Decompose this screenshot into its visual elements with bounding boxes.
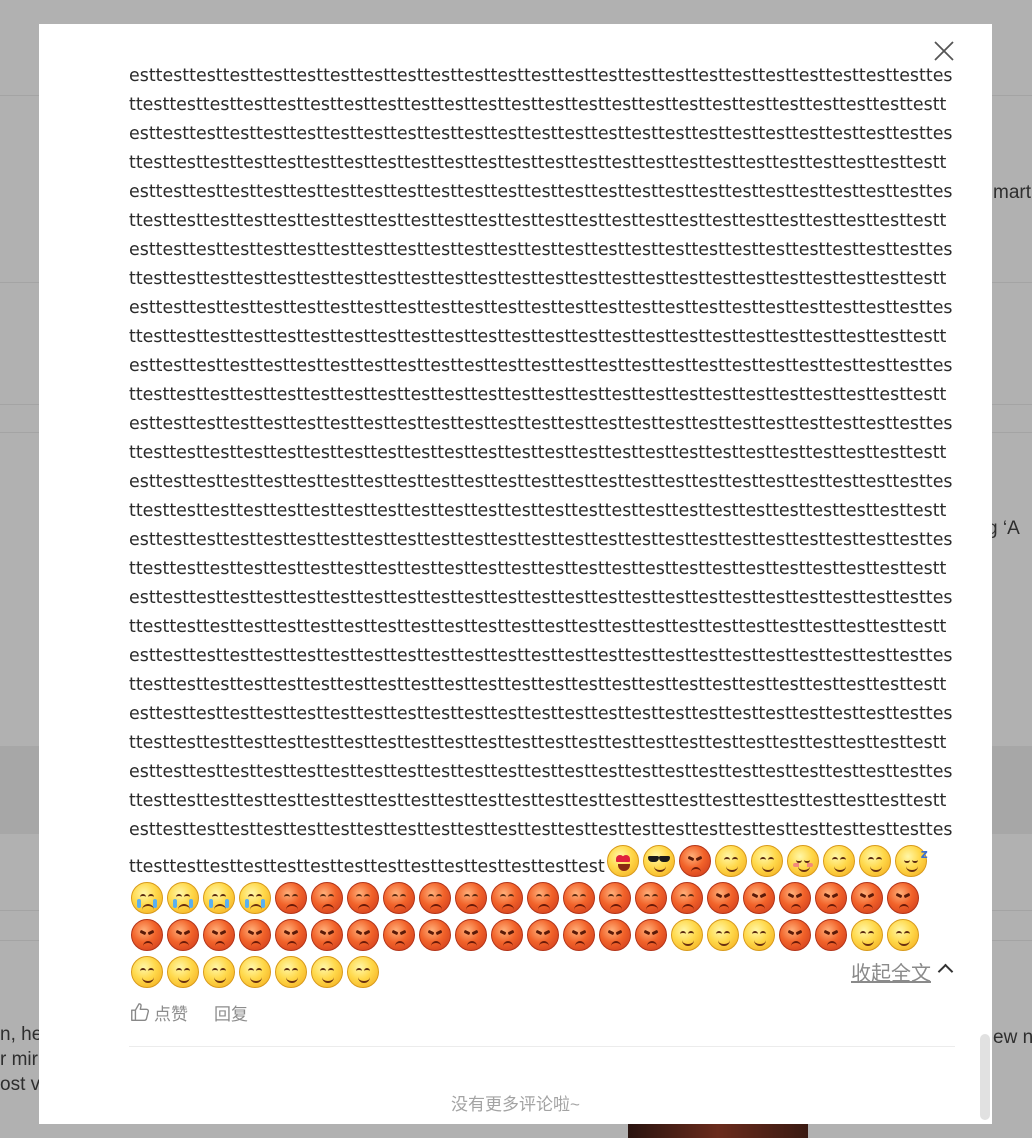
angry-emoji [707, 882, 739, 914]
sleepy-emoji [894, 840, 928, 877]
smile-emoji [887, 919, 919, 951]
close-button[interactable] [932, 39, 956, 63]
comment-text-content: esttesttesttesttesttesttesttesttesttestt… [129, 66, 953, 877]
angry-emoji [455, 919, 487, 951]
cry-emoji [239, 882, 271, 914]
angry-emoji [131, 919, 163, 951]
angry-emoji [678, 845, 711, 877]
smile-emoji [743, 919, 775, 951]
sad-emoji [635, 882, 667, 914]
close-icon [934, 41, 954, 61]
like-button[interactable]: 点赞 [129, 1000, 188, 1025]
cool-emoji [642, 845, 675, 877]
sad-emoji [275, 882, 307, 914]
angry-emoji [815, 882, 847, 914]
comment-body: esttesttesttesttesttesttesttesttesttestt… [129, 62, 955, 993]
background-image [628, 1124, 808, 1138]
smile-emoji [750, 845, 783, 877]
shy-emoji [786, 845, 819, 877]
smile-emoji [851, 919, 883, 951]
sad-emoji [527, 882, 559, 914]
sad-emoji [419, 882, 451, 914]
cry-emoji [203, 882, 235, 914]
angry-emoji [239, 919, 271, 951]
angry-emoji [383, 919, 415, 951]
scrollbar-thumb[interactable] [980, 1034, 990, 1120]
cry-emoji [167, 882, 199, 914]
no-more-comments-text: 没有更多评论啦~ [451, 1095, 580, 1114]
smile-emoji [671, 919, 703, 951]
angry-emoji [851, 882, 883, 914]
angry-emoji [167, 919, 199, 951]
smile-emoji [707, 919, 739, 951]
reply-label: 回复 [214, 1004, 248, 1024]
sad-emoji [347, 882, 379, 914]
comment-text: esttesttesttesttesttesttesttesttesttestt… [129, 62, 955, 993]
sad-emoji [383, 882, 415, 914]
divider [129, 1046, 955, 1047]
smile-emoji [822, 845, 855, 877]
reply-button[interactable]: 回复 [214, 1000, 248, 1025]
chevron-up-icon [937, 963, 954, 980]
angry-emoji [527, 919, 559, 951]
love-emoji [606, 845, 639, 877]
angry-emoji [491, 919, 523, 951]
angry-emoji [887, 882, 919, 914]
comment-modal: esttesttesttesttesttesttesttesttesttestt… [39, 24, 992, 1124]
angry-emoji [599, 919, 631, 951]
background-text: r mir [0, 1049, 38, 1070]
angry-emoji [311, 919, 343, 951]
angry-emoji [563, 919, 595, 951]
smile-emoji [714, 845, 747, 877]
angry-emoji [275, 919, 307, 951]
angry-emoji [347, 919, 379, 951]
angry-emoji [779, 882, 811, 914]
sad-emoji [599, 882, 631, 914]
collapse-full-text-link[interactable]: 收起全文 [851, 957, 931, 986]
angry-emoji [815, 919, 847, 951]
smile-emoji [858, 845, 891, 877]
cry-emoji [131, 882, 163, 914]
thumbs-up-icon [131, 1003, 150, 1021]
sad-emoji [563, 882, 595, 914]
comment-actions: 点赞 回复 [129, 1000, 274, 1024]
sad-emoji [671, 882, 703, 914]
background-text: mart [993, 182, 1031, 203]
background-text: n, he [0, 1024, 43, 1045]
background-text: ew n [993, 1027, 1032, 1048]
angry-emoji [743, 882, 775, 914]
like-label: 点赞 [154, 1004, 188, 1024]
sad-emoji [311, 882, 343, 914]
sad-emoji [455, 882, 487, 914]
angry-emoji [419, 919, 451, 951]
angry-emoji [203, 919, 235, 951]
sad-emoji [491, 882, 523, 914]
collapse-row: 收起全文 [129, 957, 955, 986]
background-text: ost v [0, 1074, 41, 1095]
angry-emoji [635, 919, 667, 951]
angry-emoji [779, 919, 811, 951]
